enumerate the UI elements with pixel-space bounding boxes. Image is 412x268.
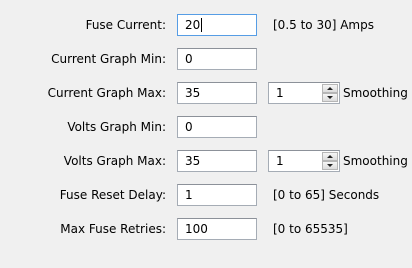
- current-smoothing-value: 1: [276, 86, 284, 100]
- row-max-fuse-retries: Max Fuse Retries: 100 [0 to 65535]: [0, 214, 412, 244]
- max-fuse-retries-range-hint: [0 to 65535]: [273, 222, 348, 236]
- fuse-current-input[interactable]: 20: [177, 14, 257, 36]
- row-current-graph-min: Current Graph Min: 0: [0, 44, 412, 74]
- triangle-down-icon: [327, 96, 333, 99]
- max-fuse-retries-label: Max Fuse Retries:: [60, 222, 166, 236]
- text-caret: [201, 18, 203, 32]
- row-volts-graph-min: Volts Graph Min: 0: [0, 112, 412, 142]
- row-fuse-reset-delay: Fuse Reset Delay: 1 [0 to 65] Seconds: [0, 180, 412, 210]
- row-volts-graph-max: Volts Graph Max: 35 1 Smoothing: [0, 146, 412, 176]
- volts-smoothing-decrement-button[interactable]: [322, 161, 338, 170]
- current-graph-max-value: 35: [185, 86, 201, 100]
- volts-graph-max-value: 35: [185, 154, 201, 168]
- volts-graph-min-input[interactable]: 0: [177, 116, 257, 138]
- current-smoothing-spinbox[interactable]: 1: [268, 82, 340, 104]
- volts-graph-max-input[interactable]: 35: [177, 150, 257, 172]
- current-graph-min-value: 0: [185, 52, 193, 66]
- fuse-reset-delay-label: Fuse Reset Delay:: [59, 188, 166, 202]
- volts-smoothing-spinbox[interactable]: 1: [268, 150, 340, 172]
- fuse-current-value: 20: [185, 18, 201, 32]
- fuse-current-range-hint: [0.5 to 30] Amps: [273, 18, 374, 32]
- current-graph-max-input[interactable]: 35: [177, 82, 257, 104]
- max-fuse-retries-value: 100: [185, 222, 208, 236]
- fuse-reset-delay-range-hint: [0 to 65] Seconds: [273, 188, 380, 202]
- row-fuse-current: Fuse Current: 20 [0.5 to 30] Amps: [0, 10, 412, 40]
- fuse-current-label: Fuse Current:: [85, 18, 166, 32]
- volts-graph-min-value: 0: [185, 120, 193, 134]
- current-graph-min-input[interactable]: 0: [177, 48, 257, 70]
- current-graph-max-label: Current Graph Max:: [47, 86, 166, 100]
- volts-graph-max-label: Volts Graph Max:: [63, 154, 166, 168]
- fuse-reset-delay-input[interactable]: 1: [177, 184, 257, 206]
- current-smoothing-decrement-button[interactable]: [322, 93, 338, 102]
- fuse-reset-delay-value: 1: [185, 188, 193, 202]
- volts-smoothing-label: Smoothing: [343, 154, 408, 168]
- volts-smoothing-increment-button[interactable]: [322, 152, 338, 161]
- current-smoothing-increment-button[interactable]: [322, 84, 338, 93]
- current-smoothing-label: Smoothing: [343, 86, 408, 100]
- triangle-down-icon: [327, 164, 333, 167]
- current-graph-min-label: Current Graph Min:: [51, 52, 166, 66]
- volts-smoothing-spin-buttons: [322, 152, 338, 170]
- volts-graph-min-label: Volts Graph Min:: [67, 120, 166, 134]
- row-current-graph-max: Current Graph Max: 35 1 Smoothing: [0, 78, 412, 108]
- volts-smoothing-value: 1: [276, 154, 284, 168]
- max-fuse-retries-input[interactable]: 100: [177, 218, 257, 240]
- current-smoothing-spin-buttons: [322, 84, 338, 102]
- triangle-up-icon: [327, 87, 333, 90]
- triangle-up-icon: [327, 155, 333, 158]
